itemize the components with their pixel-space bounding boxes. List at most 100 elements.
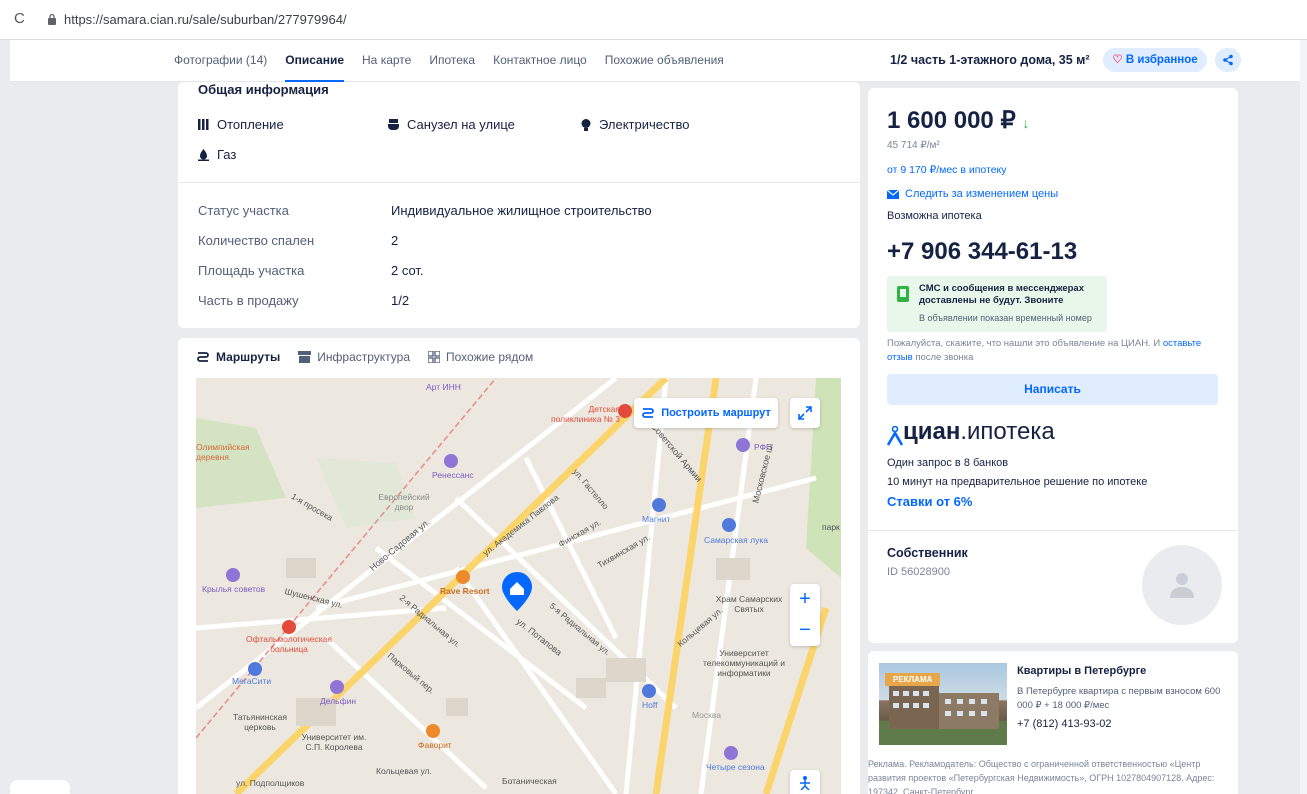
price-card: 1 600 000 ₽ ↓ 45 714 ₽/м² от 9 170 ₽/мес… bbox=[868, 88, 1238, 643]
cian-mortgage-logo[interactable]: циан .ипотека bbox=[887, 418, 1055, 446]
map-label: Татьянинская церковь bbox=[233, 712, 287, 732]
poi-icon[interactable] bbox=[330, 680, 344, 694]
listing-title: 1/2 часть 1-этажного дома, 35 м² bbox=[890, 53, 1090, 67]
zoom-in-button[interactable]: + bbox=[790, 584, 820, 615]
poi-icon[interactable] bbox=[736, 438, 750, 452]
reload-icon[interactable]: C bbox=[14, 10, 25, 27]
fullscreen-button[interactable] bbox=[790, 398, 820, 428]
follow-price-link[interactable]: Следить за изменением цены bbox=[887, 188, 1058, 200]
poi-icon[interactable] bbox=[618, 404, 632, 418]
page-edge bbox=[1300, 40, 1307, 794]
share-icon bbox=[1223, 54, 1233, 66]
address-bar[interactable]: https://samara.cian.ru/sale/suburban/277… bbox=[64, 12, 347, 27]
map-label: Магнит bbox=[642, 514, 671, 524]
routes-icon bbox=[197, 352, 209, 362]
poi-icon[interactable] bbox=[724, 746, 738, 760]
owner-title: Собственник bbox=[887, 546, 968, 560]
mortgage-line-1: Один запрос в 8 банков bbox=[887, 457, 1009, 469]
user-placeholder-icon bbox=[1170, 573, 1194, 598]
row-value-bedrooms: 2 bbox=[391, 233, 399, 248]
map-tab-infrastructure[interactable]: Инфраструктура bbox=[298, 350, 410, 364]
divider bbox=[178, 182, 860, 183]
row-value-share: 1/2 bbox=[391, 293, 410, 308]
map-card: Маршруты Инфраструктура Похожие рядом Ар… bbox=[178, 338, 860, 794]
tab-similar[interactable]: Похожие объявления bbox=[605, 40, 724, 82]
ad-image[interactable]: РЕКЛАМА bbox=[879, 663, 1007, 745]
poi-icon[interactable] bbox=[226, 568, 240, 582]
write-message-button[interactable]: Написать bbox=[887, 374, 1218, 405]
ad-title[interactable]: Квартиры в Петербурге bbox=[1017, 665, 1146, 677]
map-label: Четыре сезона bbox=[706, 762, 765, 772]
mortgage-link[interactable]: от 9 170 ₽/мес в ипотеку bbox=[887, 164, 1007, 176]
favorite-label: В избранное bbox=[1125, 54, 1198, 66]
ad-phone[interactable]: +7 (812) 413-93-02 bbox=[1017, 718, 1111, 730]
map-label: Арт ИНН bbox=[426, 382, 461, 392]
map-view[interactable]: Арт ИНН Детская поликлиника № 3 РФП Рене… bbox=[196, 378, 841, 794]
row-label-plot-area: Площадь участка bbox=[198, 263, 305, 278]
routes-icon bbox=[642, 408, 655, 418]
divider bbox=[868, 530, 1238, 531]
row-label-plot-status: Статус участка bbox=[198, 203, 289, 218]
feature-electricity: Электричество bbox=[581, 117, 689, 132]
radiator-icon bbox=[198, 119, 209, 130]
row-value-plot-status: Индивидуальное жилищное строительство bbox=[391, 203, 652, 218]
map-label: Европейский двор bbox=[378, 492, 430, 512]
tab-mortgage[interactable]: Ипотека bbox=[429, 40, 475, 82]
tab-contact[interactable]: Контактное лицо bbox=[493, 40, 587, 82]
store-icon bbox=[298, 351, 312, 363]
poi-icon[interactable] bbox=[722, 518, 736, 532]
ad-card[interactable]: РЕКЛАМА Квартиры в Петербурге В Петербур… bbox=[868, 651, 1238, 794]
grid-icon bbox=[428, 351, 441, 363]
map-label: Ренессанс bbox=[432, 470, 474, 480]
favorite-button[interactable]: ♡ В избранное bbox=[1103, 48, 1207, 72]
map-label: Москва bbox=[692, 710, 722, 720]
rates-link[interactable]: Ставки от 6% bbox=[887, 494, 972, 509]
map-tab-routes[interactable]: Маршруты bbox=[196, 350, 280, 364]
map-label: парк bbox=[822, 522, 840, 532]
geolocation-button[interactable] bbox=[790, 770, 820, 794]
person-walk-icon bbox=[800, 776, 810, 790]
tab-description[interactable]: Описание bbox=[285, 40, 345, 82]
section-heading: Общая информация bbox=[198, 82, 329, 97]
temporary-number-notice: СМС и сообщения в мессенджерах доставлен… bbox=[887, 276, 1107, 332]
price: 1 600 000 ₽ ↓ bbox=[887, 107, 1030, 134]
gas-flame-icon bbox=[198, 148, 209, 161]
poi-icon[interactable] bbox=[426, 724, 440, 738]
poi-icon[interactable] bbox=[444, 454, 458, 468]
share-button[interactable] bbox=[1215, 48, 1241, 72]
feedback-request: Пожалуйста, скажите, что нашли это объяв… bbox=[887, 338, 1202, 363]
map-label: МегаСити bbox=[232, 676, 272, 686]
general-info-card: Общая информация Отопление Санузел на ул… bbox=[178, 82, 860, 328]
map-label: Офтальмологическая больница bbox=[246, 634, 332, 654]
map-label: Университет телекоммуникаций и информати… bbox=[702, 648, 786, 678]
sticky-nav: Фотографии (14) Описание На карте Ипотек… bbox=[10, 40, 1300, 82]
poi-icon[interactable] bbox=[456, 570, 470, 584]
mortgage-line-2: 10 минут на предварительное решение по и… bbox=[887, 476, 1148, 488]
heart-icon: ♡ bbox=[1112, 54, 1123, 66]
phone-number[interactable]: +7 906 344-61-13 bbox=[887, 238, 1077, 266]
property-pin-icon[interactable] bbox=[502, 572, 532, 612]
poi-icon[interactable] bbox=[642, 684, 656, 698]
ad-badge: РЕКЛАМА bbox=[885, 673, 941, 686]
build-route-button[interactable]: Построить маршрут bbox=[634, 398, 778, 428]
avatar[interactable] bbox=[1142, 545, 1222, 625]
chat-widget-tab[interactable] bbox=[10, 780, 70, 794]
map-tab-similar-nearby[interactable]: Похожие рядом bbox=[428, 350, 533, 364]
row-value-plot-area: 2 сот. bbox=[391, 263, 424, 278]
poi-icon[interactable] bbox=[652, 498, 666, 512]
map-label: Rave Resort bbox=[440, 586, 490, 596]
map-label: Ботаническая bbox=[502, 776, 557, 786]
map-label: Крылья советов bbox=[202, 584, 266, 594]
poi-icon[interactable] bbox=[282, 620, 296, 634]
ad-legal-text: Реклама. Рекламодатель: Общество с огран… bbox=[868, 759, 1215, 794]
tab-photos[interactable]: Фотографии (14) bbox=[174, 40, 267, 82]
cian-logo-icon bbox=[887, 426, 903, 446]
poi-icon[interactable] bbox=[248, 662, 262, 676]
map-label: Детская поликлиника № 3 bbox=[550, 404, 620, 424]
tab-map[interactable]: На карте bbox=[362, 40, 411, 82]
lock-icon bbox=[48, 13, 56, 25]
zoom-out-button[interactable]: − bbox=[790, 615, 820, 646]
lightbulb-icon bbox=[581, 118, 591, 131]
map-label: Самарская лука bbox=[704, 535, 768, 545]
feature-gas: Газ bbox=[198, 147, 236, 162]
